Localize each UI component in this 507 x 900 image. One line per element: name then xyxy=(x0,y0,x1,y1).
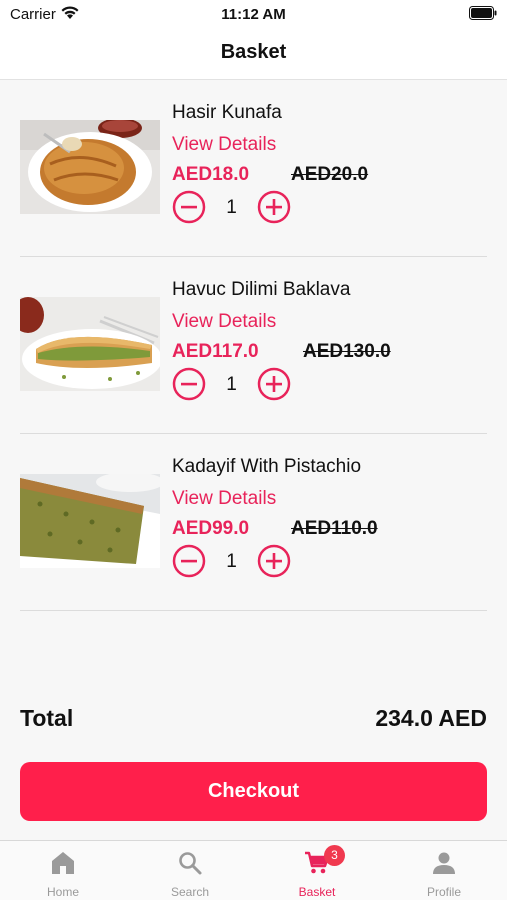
item-name: Hasir Kunafa xyxy=(172,102,282,123)
cart-count-badge: 3 xyxy=(324,845,345,866)
tab-label: Home xyxy=(46,885,79,899)
item-old-price: AED110.0 xyxy=(291,518,378,539)
item-price: AED117.0 xyxy=(172,341,259,362)
checkout-button[interactable]: Checkout xyxy=(20,762,487,821)
minus-circle-icon xyxy=(172,544,206,578)
item-old-price: AED130.0 xyxy=(303,341,391,362)
minus-circle-icon xyxy=(172,190,206,224)
quantity-value: 1 xyxy=(226,197,237,218)
increase-quantity-button[interactable] xyxy=(257,190,291,224)
plus-circle-icon xyxy=(257,544,291,578)
total-label: Total xyxy=(20,705,74,731)
total-value: 234.0 AED xyxy=(375,705,487,731)
search-icon xyxy=(179,852,202,875)
item-name: Havuc Dilimi Baklava xyxy=(172,279,351,300)
home-icon xyxy=(52,852,74,874)
tab-home[interactable]: Home xyxy=(0,841,126,900)
decrease-quantity-button[interactable] xyxy=(172,367,206,401)
plus-circle-icon xyxy=(257,367,291,401)
quantity-value: 1 xyxy=(226,374,237,395)
basket-item: Kadayif With Pistachio View Details AED9… xyxy=(20,434,487,611)
view-details-link[interactable]: View Details xyxy=(172,134,276,156)
item-name: Kadayif With Pistachio xyxy=(172,456,362,477)
tab-basket[interactable]: 3 Basket xyxy=(254,841,380,900)
view-details-link[interactable]: View Details xyxy=(172,488,276,510)
kadayif-photo xyxy=(20,474,160,568)
nav-bar: Basket xyxy=(0,28,507,80)
decrease-quantity-button[interactable] xyxy=(172,544,206,578)
tab-profile[interactable]: Profile xyxy=(381,841,507,900)
battery-icon xyxy=(469,6,497,24)
basket-item: Hasir Kunafa View Details AED18.0 AED20.… xyxy=(20,80,487,257)
quantity-value: 1 xyxy=(226,551,237,572)
increase-quantity-button[interactable] xyxy=(257,544,291,578)
item-price: AED18.0 xyxy=(172,164,250,185)
tab-label: Profile xyxy=(426,885,461,899)
page-title: Basket xyxy=(220,41,287,63)
tab-label: Basket xyxy=(298,885,336,899)
plus-circle-icon xyxy=(257,190,291,224)
tab-bar: Home Search 3 Basket Profile xyxy=(0,840,507,900)
decrease-quantity-button[interactable] xyxy=(172,190,206,224)
status-time: 11:12 AM xyxy=(221,6,286,23)
status-bar: Carrier 11:12 AM xyxy=(0,0,507,28)
item-old-price: AED20.0 xyxy=(291,164,369,185)
view-details-link[interactable]: View Details xyxy=(172,311,276,333)
tab-label: Search xyxy=(170,885,210,899)
baklava-photo xyxy=(20,297,160,391)
tab-search[interactable]: Search xyxy=(127,841,253,900)
kunafa-photo xyxy=(20,120,160,214)
basket-item: Havuc Dilimi Baklava View Details AED117… xyxy=(20,257,487,434)
increase-quantity-button[interactable] xyxy=(257,367,291,401)
minus-circle-icon xyxy=(172,367,206,401)
item-price: AED99.0 xyxy=(172,518,250,539)
person-icon xyxy=(433,852,455,874)
